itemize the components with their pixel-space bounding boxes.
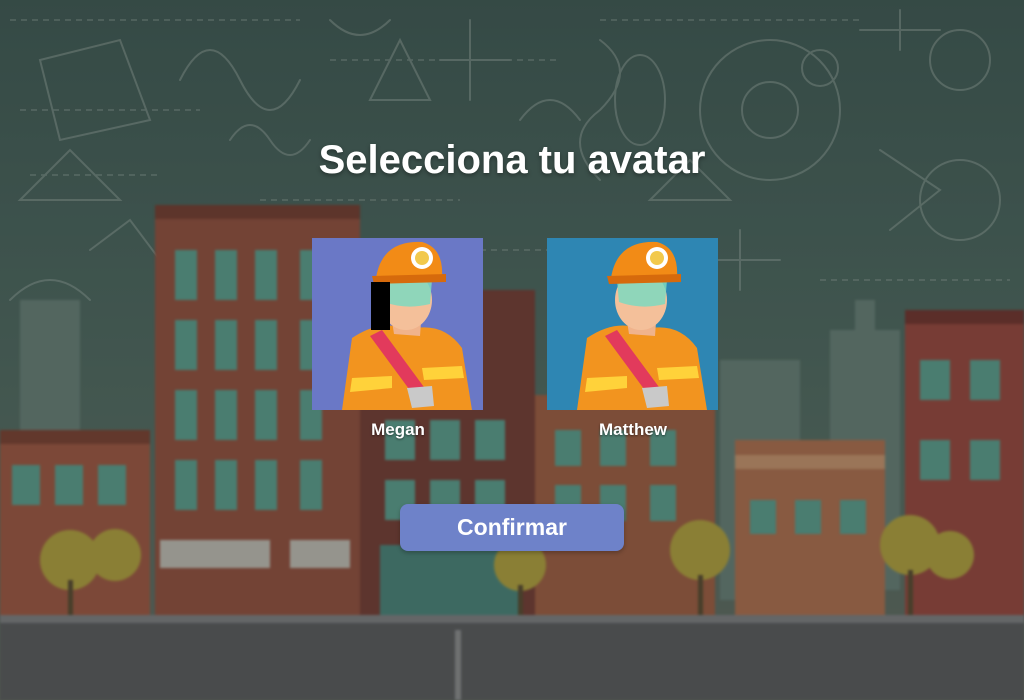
dim-overlay <box>0 0 1024 700</box>
avatar-option-matthew[interactable]: Matthew <box>547 238 719 440</box>
avatar-portrait-megan[interactable] <box>312 238 483 410</box>
avatar-option-megan[interactable]: Megan <box>312 238 484 440</box>
confirm-button[interactable]: Confirmar <box>400 504 624 551</box>
firefighter-avatar-icon <box>312 238 483 410</box>
background-scene <box>0 0 1024 700</box>
page-title: Selecciona tu avatar <box>318 138 706 182</box>
avatar-name-matthew: Matthew <box>599 420 667 439</box>
avatar-portrait-matthew[interactable] <box>547 238 718 410</box>
avatar-name-megan: Megan <box>371 420 425 439</box>
firefighter-avatar-icon <box>547 238 718 410</box>
